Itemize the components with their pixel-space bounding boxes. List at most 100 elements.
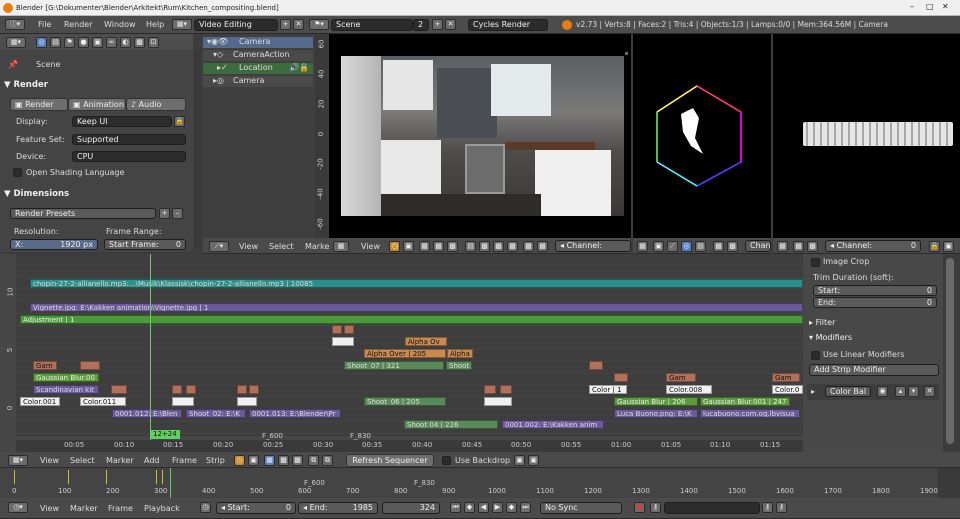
prev-keyframe-icon[interactable]: ◆ bbox=[464, 502, 475, 513]
strip-alpha-over[interactable]: Alpha Over | 205 bbox=[364, 349, 446, 358]
seq-marker-830[interactable]: F_830 bbox=[350, 432, 371, 440]
seq-paste-icon[interactable]: ⧉ bbox=[322, 455, 333, 466]
seq-display-icon[interactable]: ▦ bbox=[264, 455, 275, 466]
seq-marker-600[interactable]: F_600 bbox=[262, 432, 283, 440]
render-button[interactable]: ▣ Render bbox=[10, 98, 68, 111]
data-tab-icon[interactable]: ◐ bbox=[120, 37, 131, 48]
graph-select-menu[interactable]: Select bbox=[269, 242, 294, 252]
strip-image-0001-002[interactable]: 0001.002: E:\Kakken anim bbox=[502, 420, 604, 429]
properties-editor-icon[interactable]: ▦▾ bbox=[6, 37, 26, 48]
outliner-row-location[interactable]: ▸✓ Location 🔊🔒 bbox=[203, 63, 313, 74]
waveform[interactable] bbox=[773, 34, 960, 238]
strip-small[interactable] bbox=[111, 385, 127, 394]
display-select[interactable]: Keep UI bbox=[72, 116, 172, 127]
close-button[interactable]: ✕ bbox=[942, 2, 949, 12]
strip-scandinavian-kit[interactable]: Scandinavian kit bbox=[33, 385, 99, 394]
clock-icon[interactable]: ◷ bbox=[389, 241, 400, 252]
render-engine-field[interactable]: Cycles Render bbox=[468, 19, 548, 31]
current-frame-field[interactable]: 324 bbox=[382, 502, 440, 514]
strip-alpha-ov[interactable]: Alpha Ov bbox=[405, 337, 447, 346]
next-keyframe-icon[interactable]: ◆ bbox=[506, 502, 517, 513]
vs-channel-field[interactable]: Chan bbox=[745, 240, 771, 252]
strip-color-011[interactable]: Color.011 bbox=[80, 397, 126, 406]
device-select[interactable]: CPU bbox=[72, 151, 186, 162]
keying-set-icon[interactable]: ⚷ bbox=[650, 502, 661, 513]
add-scene-icon[interactable]: + bbox=[432, 19, 443, 30]
particles-tab-icon[interactable]: ⊡ bbox=[148, 37, 159, 48]
vs-grid-icon[interactable]: ▤ bbox=[695, 241, 706, 252]
wf-alpha-icon[interactable]: ▩ bbox=[807, 241, 818, 252]
alpha-icon[interactable]: ▩ bbox=[447, 241, 458, 252]
strip-color-001[interactable]: Color.001 bbox=[20, 397, 60, 406]
strip-small[interactable] bbox=[237, 385, 247, 394]
vs-alpha-icon[interactable]: ▩ bbox=[727, 241, 738, 252]
outliner-row-camera2[interactable]: ▸◎ Camera bbox=[203, 76, 313, 87]
strip-alpha[interactable]: Alpha bbox=[447, 349, 473, 358]
vs-editor-icon[interactable]: ▦ bbox=[637, 241, 648, 252]
channel-g-icon[interactable]: ▩ bbox=[493, 241, 504, 252]
scroll-thumb[interactable] bbox=[946, 258, 954, 444]
seq-add-menu[interactable]: Add bbox=[144, 456, 160, 466]
constraints-tab-icon[interactable]: ∞ bbox=[106, 37, 117, 48]
pin-icon[interactable]: 📌 bbox=[8, 60, 18, 70]
preview-view-menu[interactable]: View bbox=[361, 242, 380, 252]
filter-panel-title[interactable]: ▸ Filter bbox=[809, 318, 835, 328]
seq-overlay2-icon[interactable]: ▣ bbox=[528, 455, 539, 466]
scene-icon[interactable]: ⚑▾ bbox=[309, 19, 329, 30]
strip-gam-2[interactable]: Gam bbox=[666, 373, 696, 382]
vs-checker-icon[interactable]: ▩ bbox=[713, 241, 724, 252]
keying-set-field[interactable] bbox=[664, 502, 760, 514]
strip-shoot-04[interactable]: Shoot 04 | 226 bbox=[404, 420, 498, 429]
maximize-button[interactable]: □ bbox=[926, 2, 934, 12]
dimensions-panel-title[interactable]: ▼ Dimensions bbox=[4, 189, 69, 199]
preview-editor-icon[interactable]: ▦ bbox=[333, 241, 349, 252]
seq-select-menu[interactable]: Select bbox=[70, 456, 95, 466]
play-icon[interactable]: ▶ bbox=[492, 502, 503, 513]
refresh-sequencer-button[interactable]: Refresh Sequencer bbox=[346, 454, 434, 467]
seq-copy-icon[interactable]: ⧉ bbox=[308, 455, 319, 466]
strip-color-white[interactable] bbox=[237, 397, 257, 406]
seq-clock-icon[interactable]: ◷ bbox=[234, 455, 245, 466]
vs-view-icon[interactable]: ⟋ bbox=[667, 241, 678, 252]
checker-icon[interactable]: ▩ bbox=[433, 241, 444, 252]
feature-set-select[interactable]: Supported bbox=[72, 134, 186, 145]
remove-layout-icon[interactable]: ✕ bbox=[293, 19, 304, 30]
playhead-line[interactable] bbox=[150, 254, 151, 440]
object-tab-icon[interactable]: ▣ bbox=[92, 37, 103, 48]
outliner-row-action[interactable]: ▾◇ CameraAction bbox=[203, 50, 313, 61]
timeline-editor-icon[interactable]: ◷▾ bbox=[8, 502, 28, 513]
resolution-x-field[interactable]: X: 1920 px bbox=[10, 239, 98, 250]
render-presets-select[interactable]: Render Presets bbox=[10, 208, 156, 219]
channel-r-icon[interactable]: ▩ bbox=[479, 241, 490, 252]
strip-small[interactable] bbox=[589, 361, 603, 370]
strip-shoot[interactable]: Shoot bbox=[446, 361, 472, 370]
strip-shoot-06[interactable]: Shoot_06 | 205 bbox=[364, 397, 446, 406]
seq-strip-menu[interactable]: Strip bbox=[206, 456, 225, 466]
seq-frame-menu[interactable]: Frame bbox=[172, 456, 197, 466]
preview-channel-field[interactable]: ◂ Channel: bbox=[555, 240, 631, 252]
channel-b-icon[interactable]: ▩ bbox=[507, 241, 518, 252]
sequencer-preview[interactable] bbox=[329, 34, 631, 238]
vectorscope[interactable] bbox=[633, 34, 771, 238]
modifier-name-field[interactable]: Color Bal bbox=[825, 386, 871, 397]
seq-checker-icon[interactable]: ▩ bbox=[278, 455, 289, 466]
wf-editor-icon[interactable]: ▦ bbox=[777, 241, 788, 252]
wf-extra-icon[interactable]: ▣ bbox=[943, 241, 954, 252]
strip-adjustment[interactable]: Adjustment | 1 bbox=[20, 315, 803, 324]
preview-range-icon[interactable]: ◷ bbox=[200, 502, 211, 513]
minimize-button[interactable]: – bbox=[910, 2, 914, 12]
layout-field[interactable]: Video Editing bbox=[194, 19, 278, 31]
strip-image-0001-013[interactable]: 0001.013: E:\Blender\Pr bbox=[249, 409, 341, 418]
vs-display-icon[interactable]: ◎ bbox=[681, 241, 692, 252]
strip-color-white[interactable] bbox=[484, 397, 512, 406]
timeline-marker-menu[interactable]: Marker bbox=[70, 504, 98, 514]
strip-gaussian-blur[interactable]: Gaussian Blur | 206 bbox=[614, 397, 698, 406]
sequencer-scrollbar[interactable] bbox=[943, 254, 960, 452]
menu-render[interactable]: Render bbox=[64, 20, 92, 30]
screen-layout-icon[interactable]: ▦▾ bbox=[172, 19, 192, 30]
strip-small[interactable] bbox=[332, 325, 342, 334]
jump-end-icon[interactable]: ⏭ bbox=[520, 502, 531, 513]
strip-gaussian-blur-001[interactable]: Gaussian Blur.001 | 247 bbox=[700, 397, 790, 406]
remove-preset-icon[interactable]: – bbox=[172, 208, 183, 219]
audio-button[interactable]: ♪ Audio bbox=[126, 98, 186, 111]
